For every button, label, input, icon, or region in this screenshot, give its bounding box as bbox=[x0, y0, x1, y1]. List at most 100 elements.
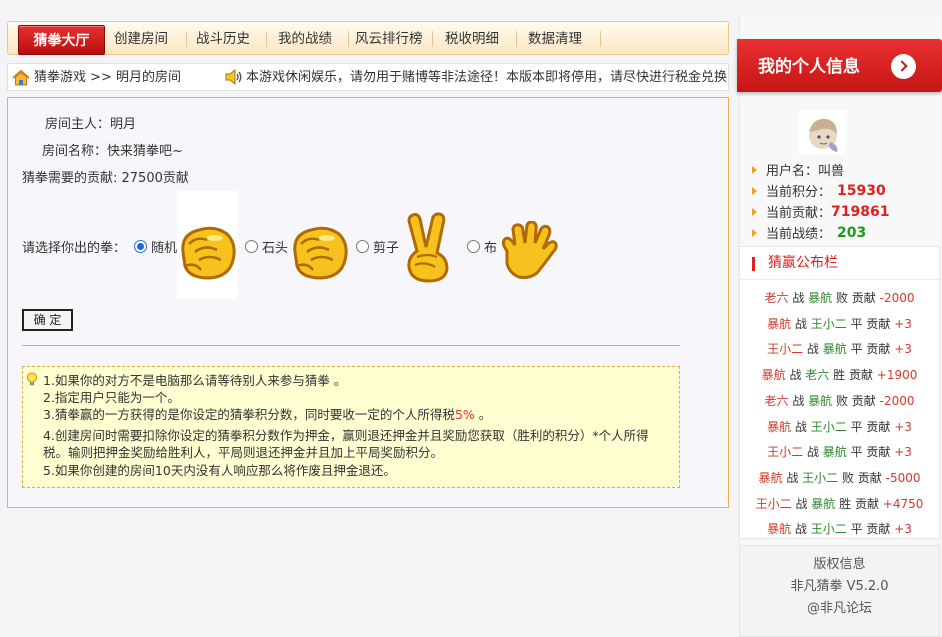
nav-tab-my-record[interactable]: 我的战绩 bbox=[267, 22, 349, 56]
room-cost: 猜拳需要的贡献: 27500贡献 bbox=[22, 171, 189, 186]
avatar[interactable] bbox=[799, 110, 846, 155]
record-player1[interactable]: 王小二 bbox=[756, 497, 792, 511]
radio-paper[interactable] bbox=[467, 240, 480, 253]
record-result: 胜 贡献 bbox=[829, 368, 877, 383]
nav-tab-create-room[interactable]: 创建房间 bbox=[107, 22, 187, 56]
confirm-button[interactable]: 确 定 bbox=[22, 309, 73, 331]
tip-4a: 4.创建房间时需要扣除你设定的猜拳积分数作为押金，赢则退还押金并且奖励您获取（胜… bbox=[43, 428, 649, 443]
record-amount: +3 bbox=[894, 522, 912, 537]
record-player1[interactable]: 暴航 bbox=[767, 317, 791, 331]
bulb-icon bbox=[26, 372, 38, 386]
record-result: 平 贡献 bbox=[846, 419, 895, 434]
record-player1[interactable]: 暴航 bbox=[767, 420, 791, 434]
copyright-title: 版权信息 bbox=[813, 557, 866, 572]
fist-icon[interactable] bbox=[175, 222, 239, 282]
record-player1[interactable]: 王小二 bbox=[767, 445, 803, 459]
bullet-icon bbox=[752, 186, 757, 195]
nav-tab-data-cleanup[interactable]: 数据清理 bbox=[517, 22, 601, 56]
record-player1[interactable]: 暴航 bbox=[759, 471, 783, 485]
arrow-right-icon[interactable] bbox=[891, 54, 916, 79]
nav-tab-battle-history[interactable]: 战斗历史 bbox=[187, 22, 267, 56]
tip-3-percent: 5% bbox=[454, 407, 475, 422]
record-player2[interactable]: 王小二 bbox=[802, 471, 838, 485]
record-player2[interactable]: 暴航 bbox=[823, 445, 847, 459]
board-record-row: 暴航 战 王小二 败 贡献 -5000 bbox=[740, 469, 939, 486]
record-result: 败 贡献 bbox=[832, 393, 880, 408]
record-amount: +3 bbox=[894, 342, 912, 357]
record-amount: -5000 bbox=[885, 470, 921, 485]
bullet-icon bbox=[752, 207, 757, 216]
option-scissors[interactable]: 剪子 bbox=[356, 237, 399, 256]
tip-1: 1.如果你的对方不是电脑那么请等待别人来参与猜拳 。 bbox=[43, 373, 347, 388]
record-result: 平 贡献 bbox=[846, 342, 895, 357]
header-bar bbox=[752, 257, 755, 271]
record-player2[interactable]: 暴航 bbox=[808, 291, 832, 305]
room-panel: 房间主人：明月 房间名称：快来猜拳吧~ 猜拳需要的贡献: 27500贡献 请选择… bbox=[7, 97, 729, 508]
record-result: 败 贡献 bbox=[838, 470, 886, 485]
record-vs-word: 战 bbox=[791, 496, 812, 511]
board-record-row: 暴航 战 王小二 平 贡献 +3 bbox=[740, 418, 939, 435]
palm-icon[interactable] bbox=[497, 221, 559, 281]
record-player2[interactable]: 王小二 bbox=[811, 522, 847, 536]
board-record-row: 老六 战 暴航 败 贡献 -2000 bbox=[740, 289, 939, 306]
home-icon[interactable] bbox=[12, 69, 30, 86]
copyright-box: 版权信息 非凡猜拳 V5.2.0 @非凡论坛 bbox=[739, 545, 940, 637]
record-amount: +3 bbox=[894, 445, 912, 460]
record-value: 203 bbox=[837, 224, 867, 241]
record-player1[interactable]: 暴航 bbox=[762, 368, 786, 382]
record-vs-word: 战 bbox=[788, 291, 809, 305]
top-nav: 猜拳大厅 创建房间 战斗历史 我的战绩 风云排行榜 税收明细 数据清理 bbox=[7, 21, 729, 55]
stat-contrib: 当前贡献： 719861 bbox=[752, 202, 889, 221]
profile-banner[interactable]: 我的个人信息 bbox=[737, 39, 942, 92]
record-result: 胜 贡献 bbox=[835, 496, 883, 511]
profile-title: 我的个人信息 bbox=[758, 57, 860, 77]
record-player1[interactable]: 王小二 bbox=[767, 342, 803, 356]
record-vs-word: 战 bbox=[791, 522, 811, 537]
tip-3-end: 。 bbox=[474, 407, 492, 422]
record-player1[interactable]: 暴航 bbox=[767, 522, 791, 536]
record-player1[interactable]: 老六 bbox=[765, 394, 789, 408]
rock-fist-icon[interactable] bbox=[287, 222, 351, 282]
copyright-version: 非凡猜拳 V5.2.0 bbox=[790, 579, 889, 594]
board-title: 猜赢公布栏 bbox=[768, 255, 838, 271]
record-result: 败 贡献 bbox=[832, 291, 880, 305]
record-amount: +1900 bbox=[876, 368, 918, 383]
scissors-icon[interactable] bbox=[399, 211, 457, 283]
record-vs-word: 战 bbox=[803, 445, 823, 460]
stat-record: 当前战绩： 203 bbox=[752, 223, 866, 242]
radio-scissors[interactable] bbox=[356, 240, 369, 253]
record-vs-word: 战 bbox=[782, 470, 803, 485]
nav-tab-tax-detail[interactable]: 税收明细 bbox=[433, 22, 517, 56]
record-player2[interactable]: 暴航 bbox=[823, 342, 847, 356]
divider bbox=[22, 345, 680, 346]
copyright-site[interactable]: @非凡论坛 bbox=[740, 598, 939, 620]
option-rock-label: 石头 bbox=[262, 241, 289, 256]
record-label: 当前战绩： bbox=[766, 227, 832, 242]
record-amount: -2000 bbox=[879, 291, 915, 305]
record-player2[interactable]: 暴航 bbox=[811, 497, 835, 511]
record-player2[interactable]: 王小二 bbox=[811, 420, 847, 434]
points-label: 当前积分： bbox=[766, 185, 832, 200]
username-label: 用户名：叫兽 bbox=[766, 164, 845, 179]
board-record-row: 暴航 战 王小二 平 贡献 +3 bbox=[740, 315, 939, 332]
board-header: 猜赢公布栏 bbox=[740, 247, 939, 280]
nav-tab-leaderboard[interactable]: 风云排行榜 bbox=[349, 22, 433, 56]
tip-3: 3.猜拳赢的一方获得的是你设定的猜拳积分数，同时要收一定的个人所得税5% 。 bbox=[43, 407, 491, 423]
radio-random[interactable] bbox=[134, 240, 147, 253]
stat-points: 当前积分： 15930 bbox=[752, 181, 886, 200]
option-paper[interactable]: 布 bbox=[467, 237, 497, 256]
record-player2[interactable]: 老六 bbox=[805, 368, 829, 382]
record-player2[interactable]: 暴航 bbox=[808, 394, 832, 408]
room-name: 房间名称：快来猜拳吧~ bbox=[42, 144, 183, 159]
record-player1[interactable]: 老六 bbox=[765, 291, 789, 305]
radio-rock[interactable] bbox=[245, 240, 258, 253]
option-rock[interactable]: 石头 bbox=[245, 237, 288, 256]
board-record-row: 老六 战 暴航 败 贡献 -2000 bbox=[740, 392, 939, 409]
option-paper-label: 布 bbox=[484, 241, 498, 256]
nav-tab-lobby[interactable]: 猜拳大厅 bbox=[18, 25, 105, 55]
breadcrumb[interactable]: 猜拳游戏 >> 明月的房间 bbox=[34, 64, 181, 92]
record-result: 平 贡献 bbox=[846, 316, 895, 331]
tip-4b: 税。输则把押金奖励给胜利人，平局则退还押金并且加上平局奖励积分。 bbox=[43, 445, 444, 460]
record-player2[interactable]: 王小二 bbox=[811, 317, 847, 331]
option-random[interactable]: 随机 bbox=[134, 237, 177, 256]
